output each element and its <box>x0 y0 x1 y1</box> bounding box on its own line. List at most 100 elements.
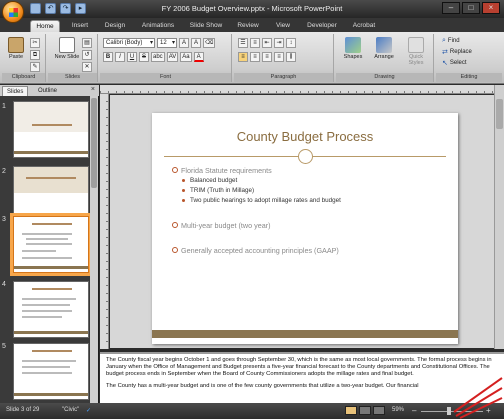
slide-thumbnail-selected[interactable] <box>10 213 92 276</box>
new-slide-button[interactable]: New Slide <box>54 36 80 70</box>
tab-review[interactable]: Review <box>232 20 264 32</box>
quick-styles-button[interactable]: Quick Styles <box>402 36 430 70</box>
numbering-icon[interactable]: ≡ <box>250 38 260 48</box>
quick-styles-label: Quick Styles <box>408 54 424 66</box>
status-bar: Slide 3 of 29 "Civic" ✓ 59% – + <box>0 403 504 419</box>
increase-indent-icon[interactable]: ⇥ <box>274 38 284 48</box>
bullet-level-1: Generally accepted accounting principles… <box>172 246 452 255</box>
maximize-button[interactable]: □ <box>462 2 480 14</box>
arrange-label: Arrange <box>374 54 394 60</box>
arrange-button[interactable]: Arrange <box>370 36 398 70</box>
shadow-button[interactable]: abc <box>151 52 165 62</box>
select-button[interactable]: Select <box>450 60 467 66</box>
title-bar: ↶ ↷ ▸ FY 2006 Budget Overview.pptx - Mic… <box>0 0 504 23</box>
tab-slides[interactable]: Slides <box>2 86 29 96</box>
underline-button[interactable]: U <box>127 52 137 62</box>
bullet-level-1: Florida Statute requirements <box>172 166 452 175</box>
slides-group: New Slide ▤ ↺ ✕ Slides <box>48 34 98 82</box>
shrink-font-button[interactable]: A <box>191 38 201 48</box>
tab-insert[interactable]: Insert <box>66 20 94 32</box>
bold-button[interactable]: B <box>103 52 113 62</box>
tab-developer[interactable]: Developer <box>302 20 342 32</box>
justify-icon[interactable]: ≡ <box>274 52 284 62</box>
bullets-icon[interactable]: ☰ <box>238 38 248 48</box>
spell-check-icon[interactable]: ✓ <box>86 407 91 414</box>
tab-outline[interactable]: Outline <box>34 86 61 96</box>
grow-font-button[interactable]: A <box>179 38 189 48</box>
shapes-button[interactable]: Shapes <box>340 36 366 70</box>
font-row-1: Calibri (Body) 12 A A ⌫ <box>103 38 216 48</box>
slide-sorter-icon[interactable] <box>359 406 371 415</box>
paste-button[interactable]: Paste <box>5 36 27 70</box>
slide-body[interactable]: Florida Statute requirements Balanced bu… <box>172 166 452 257</box>
ribbon: Paste ✂ ⧉ ✎ Clipboard New Slide ▤ ↺ ✕ Sl… <box>0 32 504 84</box>
reset-icon[interactable]: ↺ <box>82 50 92 60</box>
current-slide[interactable]: County Budget Process Florida Statute re… <box>152 113 458 344</box>
layout-icon[interactable]: ▤ <box>82 38 92 48</box>
normal-view-icon[interactable] <box>345 406 357 415</box>
align-center-icon[interactable]: ≡ <box>250 52 260 62</box>
strikethrough-button[interactable]: S <box>139 52 149 62</box>
zoom-in-button[interactable]: + <box>486 406 491 415</box>
thumbnail-number: 4 <box>2 281 6 288</box>
tab-animations[interactable]: Animations <box>136 20 180 32</box>
font-color-button[interactable]: A <box>193 52 204 62</box>
zoom-percent[interactable]: 59% <box>392 407 404 413</box>
zoom-slider-thumb[interactable] <box>446 407 451 415</box>
main-scrollbar[interactable] <box>494 85 504 349</box>
line-spacing-icon[interactable]: ↕ <box>286 38 296 48</box>
decrease-indent-icon[interactable]: ⇤ <box>262 38 272 48</box>
format-painter-icon[interactable]: ✎ <box>30 62 40 72</box>
minimize-button[interactable]: – <box>442 2 460 14</box>
delete-slide-icon[interactable]: ✕ <box>82 62 92 72</box>
change-case-button[interactable]: Aa <box>180 52 192 62</box>
close-button[interactable]: × <box>482 2 500 14</box>
tab-home[interactable]: Home <box>30 20 60 32</box>
tab-acrobat[interactable]: Acrobat <box>348 20 380 32</box>
font-size-select[interactable]: 12 <box>157 38 177 48</box>
italic-button[interactable]: I <box>115 52 125 62</box>
slide-counter: Slide 3 of 29 <box>6 407 40 413</box>
slide-thumbnail[interactable] <box>13 166 89 223</box>
slide-title[interactable]: County Budget Process <box>152 129 458 144</box>
tab-design[interactable]: Design <box>100 20 130 32</box>
copy-icon[interactable]: ⧉ <box>30 50 40 60</box>
clear-format-icon[interactable]: ⌫ <box>203 38 216 48</box>
notes-paragraph: The County fiscal year begins October 1 … <box>106 357 492 377</box>
zoom-out-button[interactable]: – <box>412 406 416 415</box>
thumbnail-number: 2 <box>2 168 6 175</box>
window-controls: – □ × <box>442 2 500 14</box>
zoom-slider[interactable] <box>421 411 483 412</box>
font-name-select[interactable]: Calibri (Body) <box>103 38 155 48</box>
notes-pane[interactable]: The County fiscal year begins October 1 … <box>100 352 504 403</box>
office-button[interactable] <box>2 1 24 23</box>
character-spacing-button[interactable]: AV <box>166 52 179 62</box>
slide-thumbnail[interactable] <box>13 281 89 338</box>
slide-panel: Slides Outline × 1 2 3 4 5 <box>0 85 99 403</box>
paste-icon <box>8 37 24 53</box>
align-left-icon[interactable]: ≡ <box>238 52 248 62</box>
horizontal-ruler <box>100 85 494 94</box>
replace-button[interactable]: Replace <box>450 49 472 55</box>
theme-name: "Civic" <box>62 407 80 413</box>
cut-icon[interactable]: ✂ <box>30 38 40 48</box>
columns-icon[interactable]: ⫼ <box>286 52 296 62</box>
align-right-icon[interactable]: ≡ <box>262 52 272 62</box>
thumbnail-number: 1 <box>2 103 6 110</box>
find-button[interactable]: Find <box>448 38 460 44</box>
window-title: FY 2006 Budget Overview.pptx - Microsoft… <box>161 4 343 13</box>
close-panel-icon[interactable]: × <box>91 86 95 93</box>
notes-paragraph: The County has a multi-year budget and i… <box>106 383 419 389</box>
divider-circle <box>298 149 313 164</box>
panel-tabs: Slides Outline × <box>0 85 99 96</box>
tab-view[interactable]: View <box>270 20 296 32</box>
vertical-ruler <box>100 94 109 349</box>
paragraph-row-1: ☰ ≡ ⇤ ⇥ ↕ <box>238 38 296 48</box>
slide-thumbnail[interactable] <box>13 343 89 400</box>
find-icon: ⌕ <box>442 37 446 44</box>
tab-slide-show[interactable]: Slide Show <box>186 20 226 32</box>
slideshow-view-icon[interactable] <box>373 406 385 415</box>
panel-scrollbar[interactable] <box>90 96 98 403</box>
slide-thumbnail[interactable] <box>13 101 89 158</box>
slide-footer-band <box>152 330 458 338</box>
